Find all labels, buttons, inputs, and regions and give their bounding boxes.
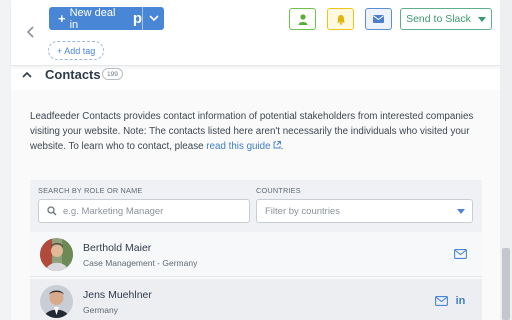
contacts-panel: Leadfeeder Contacts provides contact inf… xyxy=(11,90,500,320)
read-guide-link-label: read this guide xyxy=(206,141,271,152)
contact-email-button[interactable] xyxy=(435,294,448,307)
send-to-slack-button[interactable]: Send to Slack xyxy=(400,8,492,30)
assign-person-button[interactable] xyxy=(289,8,316,30)
search-icon xyxy=(47,206,57,216)
role-search-label: SEARCH BY ROLE OR NAME xyxy=(38,186,143,195)
new-deal-button-group: + New deal in p xyxy=(49,7,164,30)
scrollbar[interactable] xyxy=(500,0,512,320)
contact-email-button[interactable] xyxy=(454,247,467,260)
deal-toolbar: + New deal in p + Add tag Send to Slack xyxy=(11,0,500,66)
role-search-input[interactable]: e.g. Marketing Manager xyxy=(38,199,250,223)
new-deal-dropdown-button[interactable] xyxy=(142,7,164,30)
contacts-count-badge: 199 xyxy=(102,68,123,80)
countries-placeholder: Filter by countries xyxy=(265,205,340,217)
mail-icon xyxy=(373,15,384,23)
plus-icon: + xyxy=(58,11,66,26)
countries-select[interactable]: Filter by countries xyxy=(256,199,473,223)
avatar xyxy=(40,285,73,318)
contacts-section-header[interactable]: Contacts 199 xyxy=(11,66,500,88)
contact-subtitle: Germany xyxy=(83,305,118,315)
avatar xyxy=(40,238,73,271)
contact-filters: SEARCH BY ROLE OR NAME e.g. Marketing Ma… xyxy=(30,180,482,232)
read-guide-link[interactable]: read this guide xyxy=(206,141,281,152)
caret-down-icon xyxy=(477,16,486,22)
pipedrive-logo-icon: p xyxy=(132,10,142,27)
role-search-placeholder: e.g. Marketing Manager xyxy=(63,205,164,217)
description-trailing: . xyxy=(280,141,284,152)
chevron-down-icon xyxy=(148,15,159,22)
contact-linkedin-button[interactable]: in xyxy=(454,294,467,307)
left-sidebar-strip xyxy=(0,0,11,320)
chevron-up-icon[interactable] xyxy=(22,71,32,78)
chevron-left-icon xyxy=(26,26,34,38)
contact-subtitle: Case Management - Germany xyxy=(83,258,198,268)
add-tag-button[interactable]: + Add tag xyxy=(48,41,105,60)
contact-row[interactable]: Jens Muehlner Germany in xyxy=(30,279,482,320)
new-deal-label: New deal in xyxy=(69,7,116,30)
caret-down-icon xyxy=(457,209,465,214)
contact-name[interactable]: Jens Muehlner xyxy=(83,289,152,301)
contacts-description: Leadfeeder Contacts provides contact inf… xyxy=(30,109,485,154)
new-deal-button[interactable]: + New deal in p xyxy=(49,7,142,30)
scrollbar-thumb[interactable] xyxy=(502,248,510,320)
mail-icon xyxy=(435,295,448,306)
countries-label: COUNTRIES xyxy=(256,186,301,195)
contact-name[interactable]: Berthold Maier xyxy=(83,242,151,254)
mail-icon xyxy=(454,248,467,259)
external-link-icon xyxy=(273,141,281,149)
contact-row[interactable]: Berthold Maier Case Management - Germany xyxy=(30,232,482,277)
send-to-slack-label: Send to Slack xyxy=(406,13,471,25)
notification-bell-button[interactable] xyxy=(327,8,354,30)
back-button[interactable] xyxy=(23,25,37,39)
email-button[interactable] xyxy=(365,8,392,30)
section-title: Contacts xyxy=(45,67,101,82)
person-icon xyxy=(298,13,307,25)
linkedin-icon: in xyxy=(455,294,466,307)
bell-icon xyxy=(336,14,345,25)
